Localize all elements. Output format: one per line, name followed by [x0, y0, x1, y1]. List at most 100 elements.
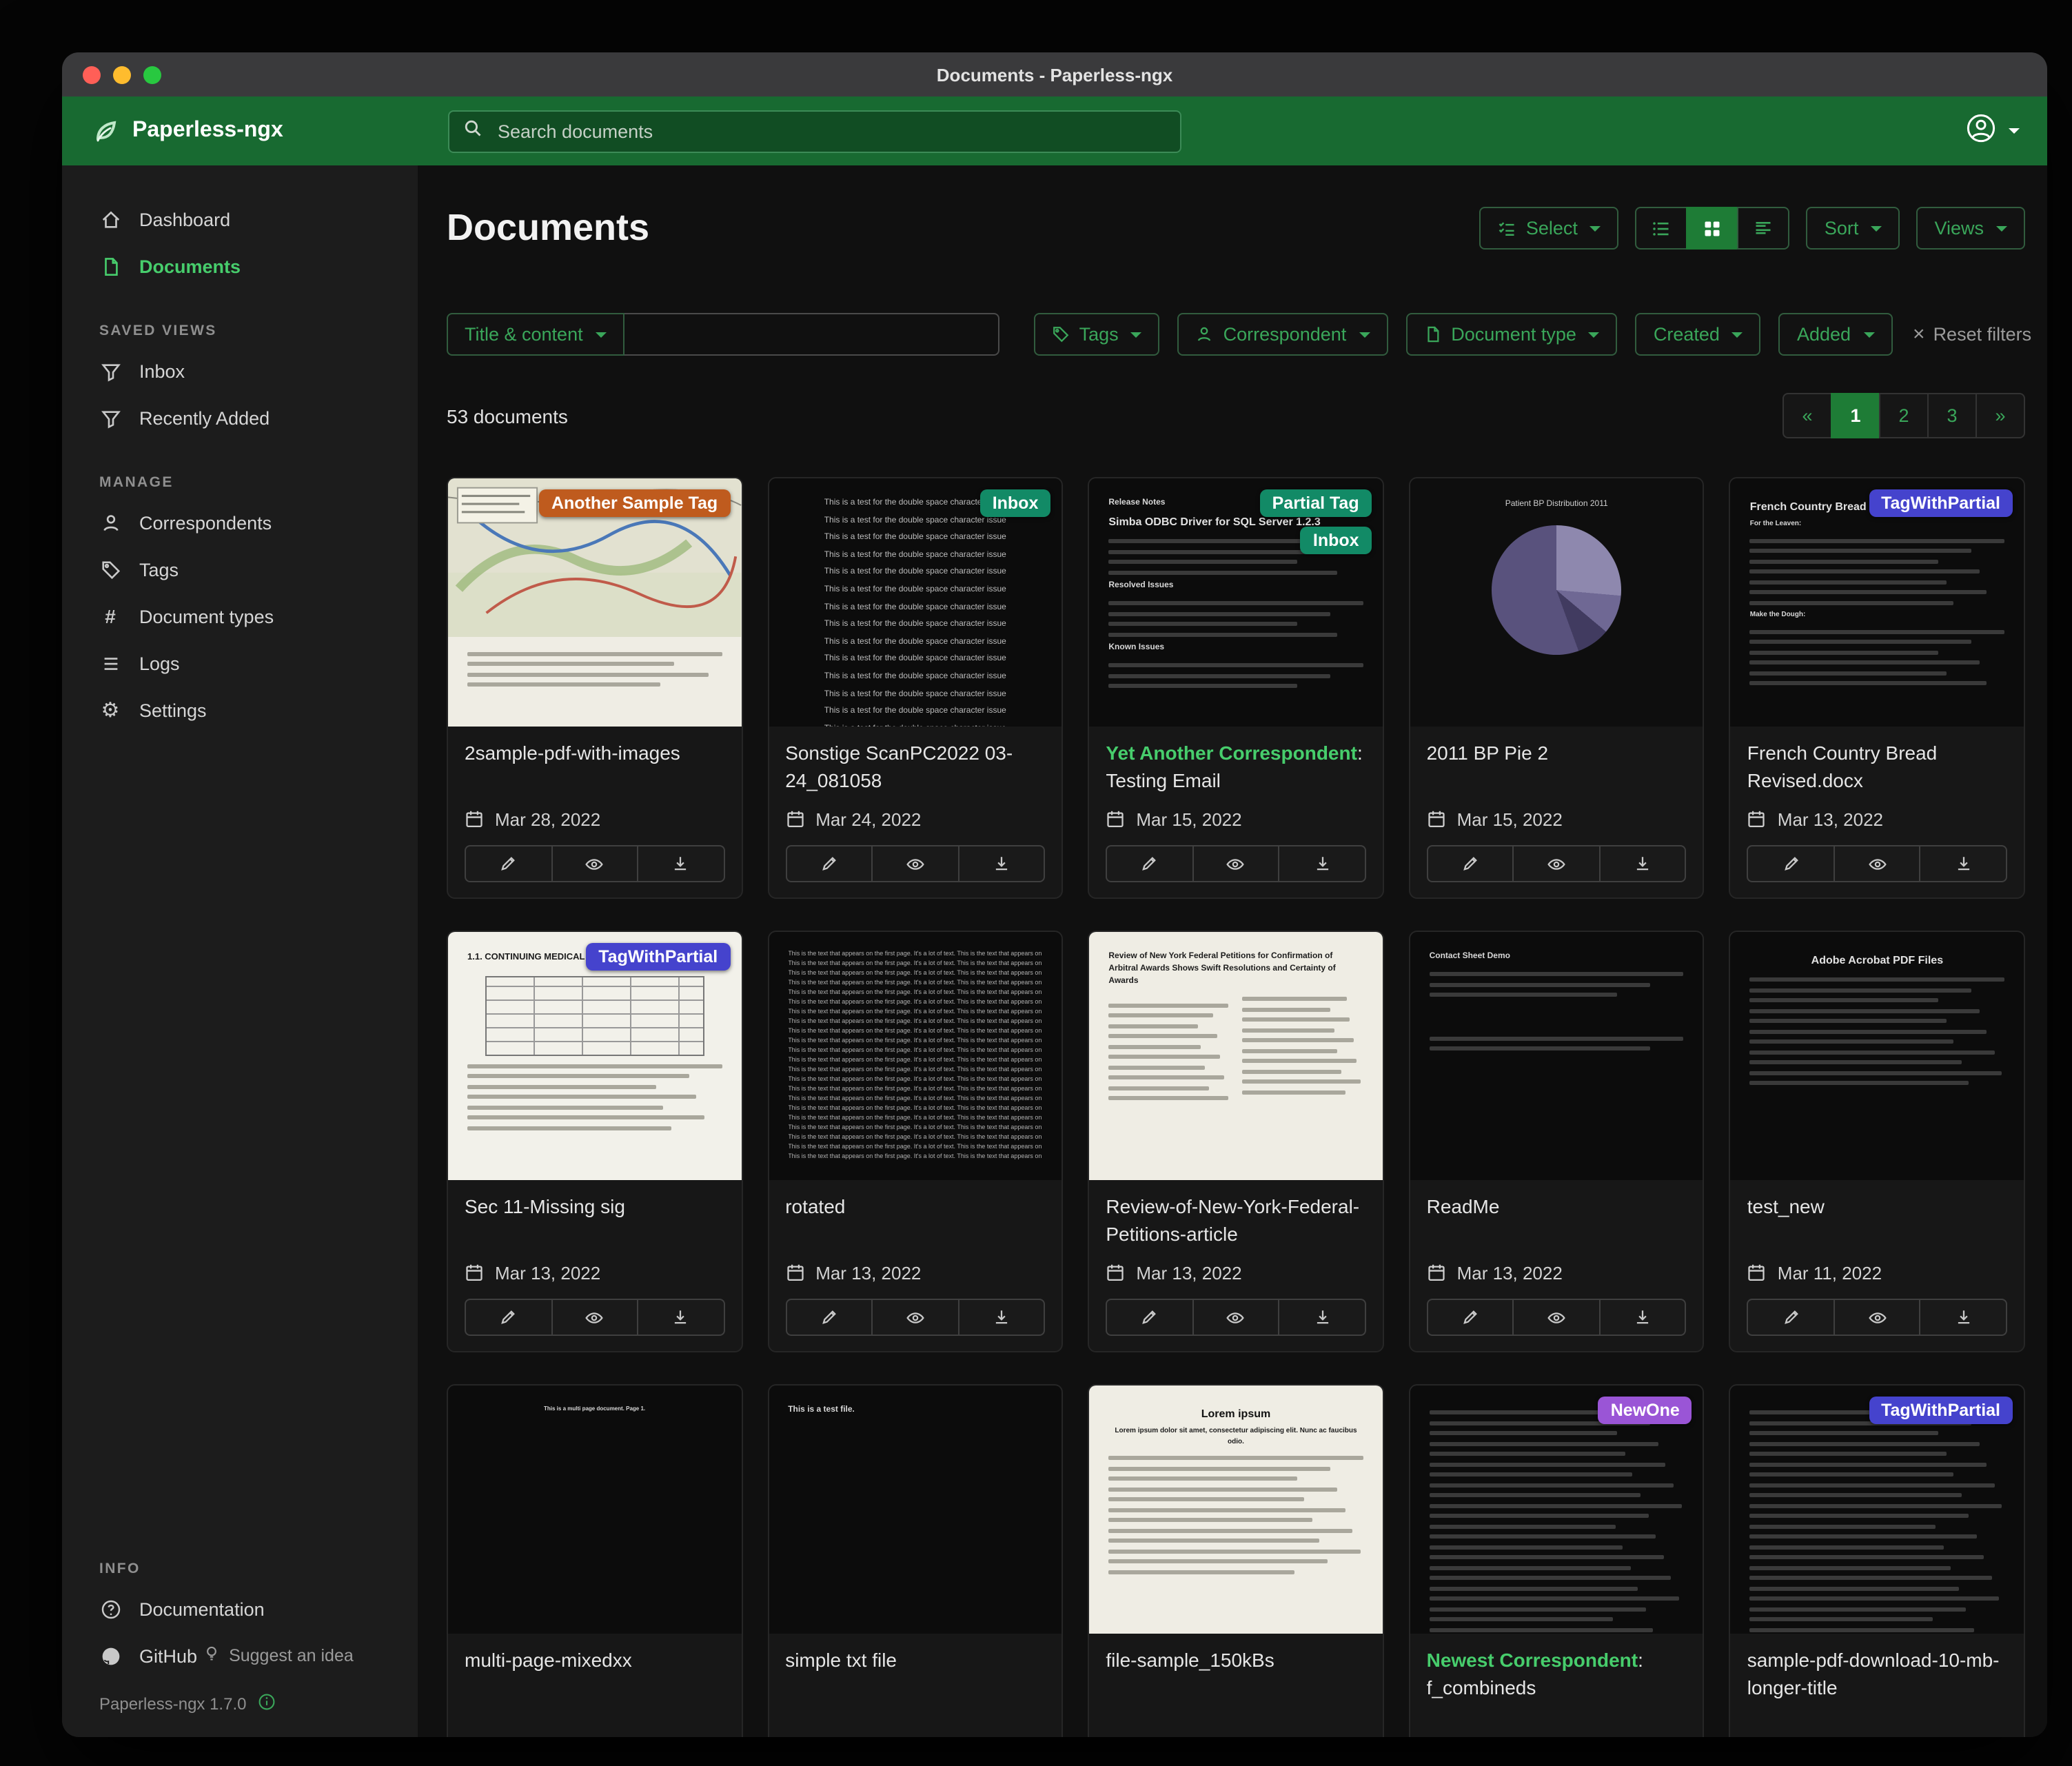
document-correspondent-link[interactable]: Newest Correspondent — [1427, 1649, 1638, 1671]
document-card[interactable]: Review of New York Federal Petitions for… — [1088, 931, 1383, 1352]
sidebar-item-github[interactable]: GitHub — [62, 1632, 203, 1679]
document-title[interactable]: Sonstige ScanPC2022 03-24_081058 — [785, 740, 1045, 795]
view-document-button[interactable] — [1192, 1299, 1279, 1336]
document-thumbnail[interactable]: TagWithPartial — [1731, 1386, 2024, 1634]
document-thumbnail[interactable]: TagWithPartial French Country BreadFor t… — [1731, 478, 2024, 727]
document-title[interactable]: Review-of-New-York-Federal-Petitions-art… — [1106, 1194, 1365, 1249]
edit-document-button[interactable] — [1747, 1299, 1835, 1336]
document-thumbnail[interactable]: This is the text that appears on the fir… — [769, 932, 1062, 1180]
download-document-button[interactable] — [1920, 845, 2007, 882]
views-button[interactable]: Views — [1916, 207, 2025, 250]
zoom-window-button[interactable] — [143, 65, 161, 83]
tag-badge[interactable]: Inbox — [980, 489, 1051, 517]
document-thumbnail[interactable]: This is a test file. — [769, 1386, 1062, 1634]
document-title[interactable]: multi-page-mixedxx — [465, 1647, 724, 1703]
download-document-button[interactable] — [957, 1299, 1045, 1336]
download-document-button[interactable] — [1599, 1299, 1687, 1336]
view-document-button[interactable] — [1834, 1299, 1921, 1336]
sidebar-item-tags[interactable]: Tags — [62, 546, 418, 593]
sidebar-item-correspondents[interactable]: Correspondents — [62, 499, 418, 546]
added-filter-button[interactable]: Added — [1779, 313, 1892, 356]
tag-badge[interactable]: TagWithPartial — [586, 943, 730, 971]
user-menu[interactable] — [1966, 97, 2020, 165]
edit-document-button[interactable] — [1747, 845, 1835, 882]
document-thumbnail[interactable]: Patient BP Distribution 2011 — [1410, 478, 1703, 727]
tag-badge[interactable]: Another Sample Tag — [539, 489, 730, 517]
document-thumbnail[interactable]: Contact Sheet Demo — [1410, 932, 1703, 1180]
info-circle-icon[interactable] — [257, 1693, 275, 1715]
document-thumbnail[interactable]: Inbox This is a test for the double spac… — [769, 478, 1062, 727]
view-document-button[interactable] — [1513, 845, 1601, 882]
document-thumbnail[interactable]: NewOne — [1410, 1386, 1703, 1634]
document-title[interactable]: test_new — [1747, 1194, 2007, 1249]
detail-view-button[interactable] — [1738, 207, 1790, 250]
sidebar-item-dashboard[interactable]: Dashboard — [62, 196, 418, 243]
document-title[interactable]: 2sample-pdf-with-images — [465, 740, 724, 795]
document-thumbnail[interactable]: Another Sample Tag — [448, 478, 741, 727]
document-thumbnail[interactable]: Adobe Acrobat PDF Files — [1731, 932, 2024, 1180]
sort-button[interactable]: Sort — [1807, 207, 1900, 250]
pagination-prev[interactable]: « — [1782, 393, 1832, 438]
download-document-button[interactable] — [1920, 1299, 2007, 1336]
document-correspondent-link[interactable]: Yet Another Correspondent — [1106, 742, 1357, 764]
tags-filter-button[interactable]: Tags — [1034, 313, 1160, 356]
document-card[interactable]: Inbox This is a test for the double spac… — [767, 477, 1063, 899]
download-document-button[interactable] — [637, 1299, 724, 1336]
document-card[interactable]: TagWithPartial 1.1. CONTINUING MEDICAL E… — [447, 931, 742, 1352]
tag-badge[interactable]: Inbox — [1301, 527, 1372, 554]
view-document-button[interactable] — [871, 1299, 959, 1336]
search-input[interactable] — [495, 120, 1166, 143]
document-thumbnail[interactable]: Review of New York Federal Petitions for… — [1089, 932, 1382, 1180]
edit-document-button[interactable] — [465, 845, 552, 882]
document-title[interactable]: Newest Correspondent: f_combineds — [1427, 1647, 1687, 1703]
close-window-button[interactable] — [83, 65, 101, 83]
tag-badge[interactable]: TagWithPartial — [1869, 1397, 2013, 1424]
document-card[interactable]: This is a test file. simple txt file — [767, 1384, 1063, 1737]
document-card[interactable]: Adobe Acrobat PDF Files test_new Mar 11,… — [1729, 931, 2025, 1352]
document-thumbnail[interactable]: This is a multi page document. Page 1. — [448, 1386, 741, 1634]
brand[interactable]: Paperless-ngx — [92, 117, 283, 145]
pagination-next[interactable]: » — [1975, 393, 2025, 438]
sidebar-item-logs[interactable]: Logs — [62, 640, 418, 687]
pagination-page-3[interactable]: 3 — [1927, 393, 1977, 438]
download-document-button[interactable] — [1279, 845, 1366, 882]
document-card[interactable]: This is the text that appears on the fir… — [767, 931, 1063, 1352]
document-title[interactable]: rotated — [785, 1194, 1045, 1249]
pagination-page-1[interactable]: 1 — [1831, 393, 1880, 438]
document-title[interactable]: French Country Bread Revised.docx — [1747, 740, 2007, 795]
edit-document-button[interactable] — [1427, 1299, 1514, 1336]
sidebar-item-inbox[interactable]: Inbox — [62, 347, 418, 394]
edit-document-button[interactable] — [785, 845, 873, 882]
document-thumbnail[interactable]: Lorem ipsumLorem ipsum dolor sit amet, c… — [1089, 1386, 1382, 1634]
pagination-page-2[interactable]: 2 — [1879, 393, 1929, 438]
edit-document-button[interactable] — [785, 1299, 873, 1336]
document-type-filter-button[interactable]: Document type — [1405, 313, 1618, 356]
created-filter-button[interactable]: Created — [1636, 313, 1761, 356]
document-title[interactable]: Yet Another Correspondent: Testing Email — [1106, 740, 1365, 795]
edit-document-button[interactable] — [465, 1299, 552, 1336]
sidebar-item-documentation[interactable]: Documentation — [62, 1585, 418, 1632]
view-document-button[interactable] — [1192, 845, 1279, 882]
title-content-filter-button[interactable]: Title & content — [447, 313, 624, 356]
document-card[interactable]: Lorem ipsumLorem ipsum dolor sit amet, c… — [1088, 1384, 1383, 1737]
document-card[interactable]: Patient BP Distribution 2011 2011 BP Pie… — [1409, 477, 1705, 899]
document-card[interactable]: NewOne Newest Correspondent: f_combineds — [1409, 1384, 1705, 1737]
document-card[interactable]: Partial TagInbox Release NotesSimba ODBC… — [1088, 477, 1383, 899]
sidebar-item-documents[interactable]: Documents — [62, 243, 418, 290]
document-thumbnail[interactable]: Partial TagInbox Release NotesSimba ODBC… — [1089, 478, 1382, 727]
grid-view-button[interactable] — [1687, 207, 1739, 250]
document-title[interactable]: file-sample_150kBs — [1106, 1647, 1365, 1703]
document-title[interactable]: 2011 BP Pie 2 — [1427, 740, 1687, 795]
view-document-button[interactable] — [1834, 845, 1921, 882]
document-card[interactable]: TagWithPartial French Country BreadFor t… — [1729, 477, 2025, 899]
document-thumbnail[interactable]: TagWithPartial 1.1. CONTINUING MEDICAL E… — [448, 932, 741, 1180]
tag-badge[interactable]: TagWithPartial — [1869, 489, 2013, 517]
download-document-button[interactable] — [1599, 845, 1687, 882]
title-content-filter-input[interactable] — [624, 313, 999, 356]
view-document-button[interactable] — [1513, 1299, 1601, 1336]
download-document-button[interactable] — [1279, 1299, 1366, 1336]
list-view-button[interactable] — [1636, 207, 1688, 250]
document-card[interactable]: Contact Sheet Demo ReadMe Mar 13, 2022 — [1409, 931, 1705, 1352]
document-card[interactable]: This is a multi page document. Page 1. m… — [447, 1384, 742, 1737]
edit-document-button[interactable] — [1427, 845, 1514, 882]
